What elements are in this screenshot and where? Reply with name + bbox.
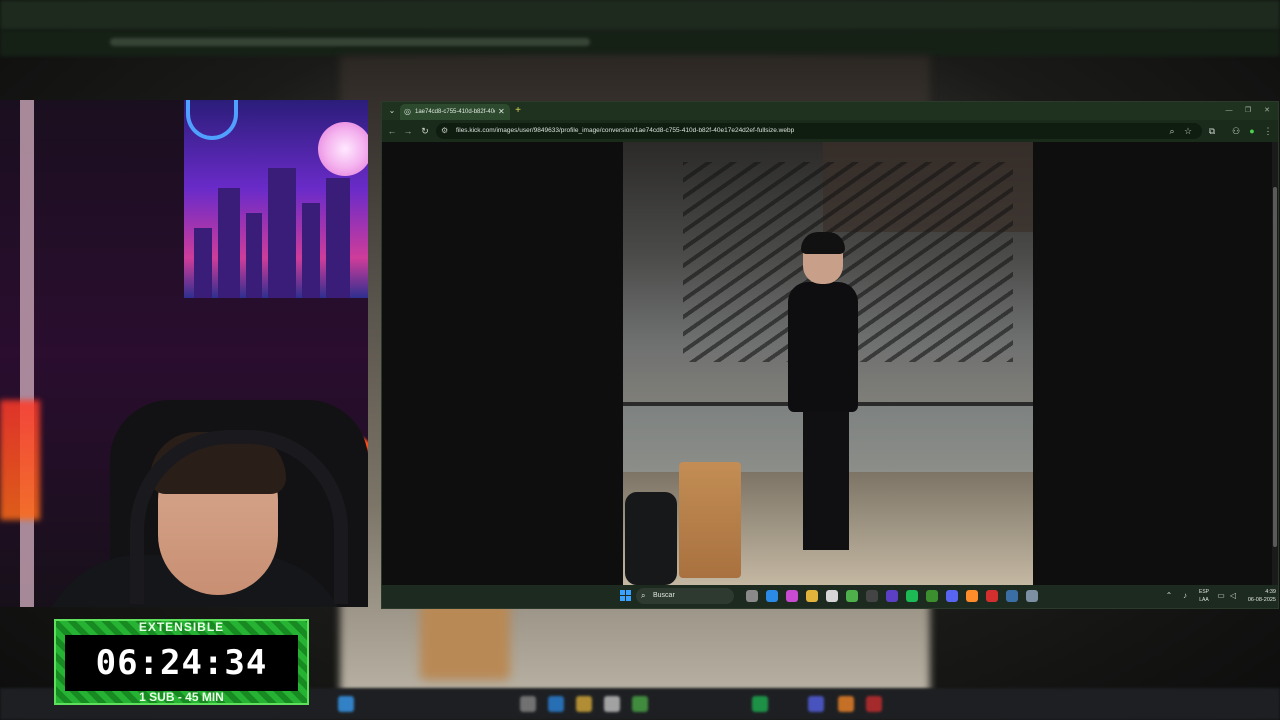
kebab-menu-icon[interactable]: ⋮ — [1262, 125, 1274, 137]
background-app-icon — [548, 696, 564, 712]
background-app-icon — [520, 696, 536, 712]
address-text: files.kick.com/images/user/9849633/profi… — [456, 127, 795, 134]
image-paper-bag — [679, 462, 741, 578]
app-a-icon[interactable] — [966, 590, 978, 602]
background-app-icon — [808, 696, 824, 712]
taskbar-clock[interactable]: 4:39 06-08-2025 — [1242, 588, 1276, 606]
star-icon[interactable]: ☆ — [1182, 125, 1194, 137]
tab-bar: ⌄ ◎ 1ae74cd8-c755-410d-b82f-40e17e24d2ef… — [382, 102, 1278, 120]
folder-icon[interactable] — [806, 590, 818, 602]
discord-icon[interactable] — [946, 590, 958, 602]
background-app-icon — [838, 696, 854, 712]
app-red-icon[interactable] — [986, 590, 998, 602]
chevron-up-icon[interactable]: ⌃ — [1164, 591, 1174, 601]
background-app-icon — [866, 696, 882, 712]
poster-sun — [318, 122, 368, 176]
timer-rule: 1 SUB - 45 MIN — [139, 690, 224, 704]
obs-icon[interactable] — [866, 590, 878, 602]
close-icon[interactable]: ✕ — [1260, 105, 1274, 117]
puzzle-icon[interactable]: ⧉ — [1206, 125, 1218, 137]
spotify-icon[interactable] — [906, 590, 918, 602]
reload-icon[interactable]: ↻ — [419, 125, 431, 137]
input-language[interactable]: ESP LAA — [1197, 588, 1211, 606]
app-icon[interactable] — [886, 590, 898, 602]
profile-image[interactable] — [623, 142, 1033, 585]
edge-icon[interactable] — [766, 590, 778, 602]
scrollbar[interactable] — [1272, 142, 1278, 585]
close-icon[interactable]: ✕ — [498, 106, 508, 118]
minecraft-icon[interactable] — [926, 590, 938, 602]
tab-image[interactable]: ◎ 1ae74cd8-c755-410d-b82f-40e17e24d2ef-f… — [400, 104, 510, 120]
tab-title: 1ae74cd8-c755-410d-b82f-40e17e24d2ef-ful… — [415, 109, 495, 115]
clock-time: 4:39 — [1265, 589, 1276, 595]
background-bag — [420, 600, 510, 680]
windows-taskbar: ⌕ Buscar ⌃ ♪ ESP LAA ▭ ◁ 4:39 06-08-2025 — [382, 585, 1278, 608]
copilot-icon[interactable] — [786, 590, 798, 602]
search-placeholder: Buscar — [653, 592, 675, 599]
image-backpack — [625, 492, 677, 585]
timer-countdown: 06:24:34 — [95, 643, 268, 683]
chevron-down-icon[interactable]: ⌄ — [386, 105, 398, 117]
settings-icon[interactable] — [1026, 590, 1038, 602]
background-address-bar — [110, 38, 590, 46]
browser-window: ⌄ ◎ 1ae74cd8-c755-410d-b82f-40e17e24d2ef… — [381, 101, 1279, 609]
headset — [130, 430, 348, 604]
chrome-icon[interactable] — [846, 590, 858, 602]
plus-icon[interactable]: + — [512, 105, 524, 117]
webcam-feed — [0, 100, 368, 607]
image-person-legs — [803, 410, 849, 550]
zoom-icon[interactable]: ⌕ — [1166, 125, 1178, 137]
globe-icon: ◎ — [404, 107, 411, 116]
network-icon[interactable]: ▭ — [1216, 591, 1226, 601]
background-app-icon — [604, 696, 620, 712]
store-icon[interactable] — [826, 590, 838, 602]
microphone-icon[interactable]: ♪ — [1180, 591, 1190, 601]
neon-light — [0, 400, 40, 520]
shelf-pole — [20, 100, 34, 607]
background-app-icon — [576, 696, 592, 712]
image-person-jacket — [788, 282, 858, 412]
maximize-icon[interactable]: ❐ — [1241, 105, 1255, 117]
search-icon: ⌕ — [641, 591, 646, 600]
background-browser-toolbar — [0, 30, 1280, 56]
arrow-right-icon[interactable]: → — [402, 125, 414, 137]
scrollbar-thumb[interactable] — [1273, 187, 1277, 547]
minimize-icon[interactable]: — — [1222, 105, 1236, 117]
page-viewport — [382, 142, 1278, 585]
background-start-icon — [338, 696, 354, 712]
extension-icon[interactable]: ⚇ — [1230, 125, 1242, 137]
volume-icon[interactable]: ◁ — [1228, 591, 1238, 601]
lang-layout: LAA — [1199, 597, 1209, 603]
background-browser-tabbar — [0, 0, 1280, 30]
task-view-icon[interactable] — [746, 590, 758, 602]
taskbar-search[interactable]: ⌕ Buscar — [636, 588, 734, 604]
background-app-icon — [632, 696, 648, 712]
arrow-left-icon[interactable]: ← — [386, 125, 398, 137]
profile-icon[interactable]: ● — [1246, 125, 1258, 137]
address-bar[interactable]: ⚙ files.kick.com/images/user/9849633/pro… — [436, 123, 1202, 139]
lang-code: ESP — [1198, 589, 1209, 595]
background-app-icon — [752, 696, 768, 712]
site-info-icon[interactable]: ⚙ — [441, 125, 453, 137]
image-person-hair — [801, 232, 845, 254]
browser-toolbar: ← → ↻ ⚙ files.kick.com/images/user/98496… — [382, 120, 1278, 142]
windows-start-icon[interactable] — [620, 590, 632, 602]
clock-date: 06-08-2025 — [1247, 597, 1276, 603]
steam-icon[interactable] — [1006, 590, 1018, 602]
timer-display: 06:24:34 — [65, 635, 298, 691]
timer-title: EXTENSIBLE — [138, 620, 225, 634]
subathon-timer: EXTENSIBLE 06:24:34 1 SUB - 45 MIN — [54, 619, 309, 705]
